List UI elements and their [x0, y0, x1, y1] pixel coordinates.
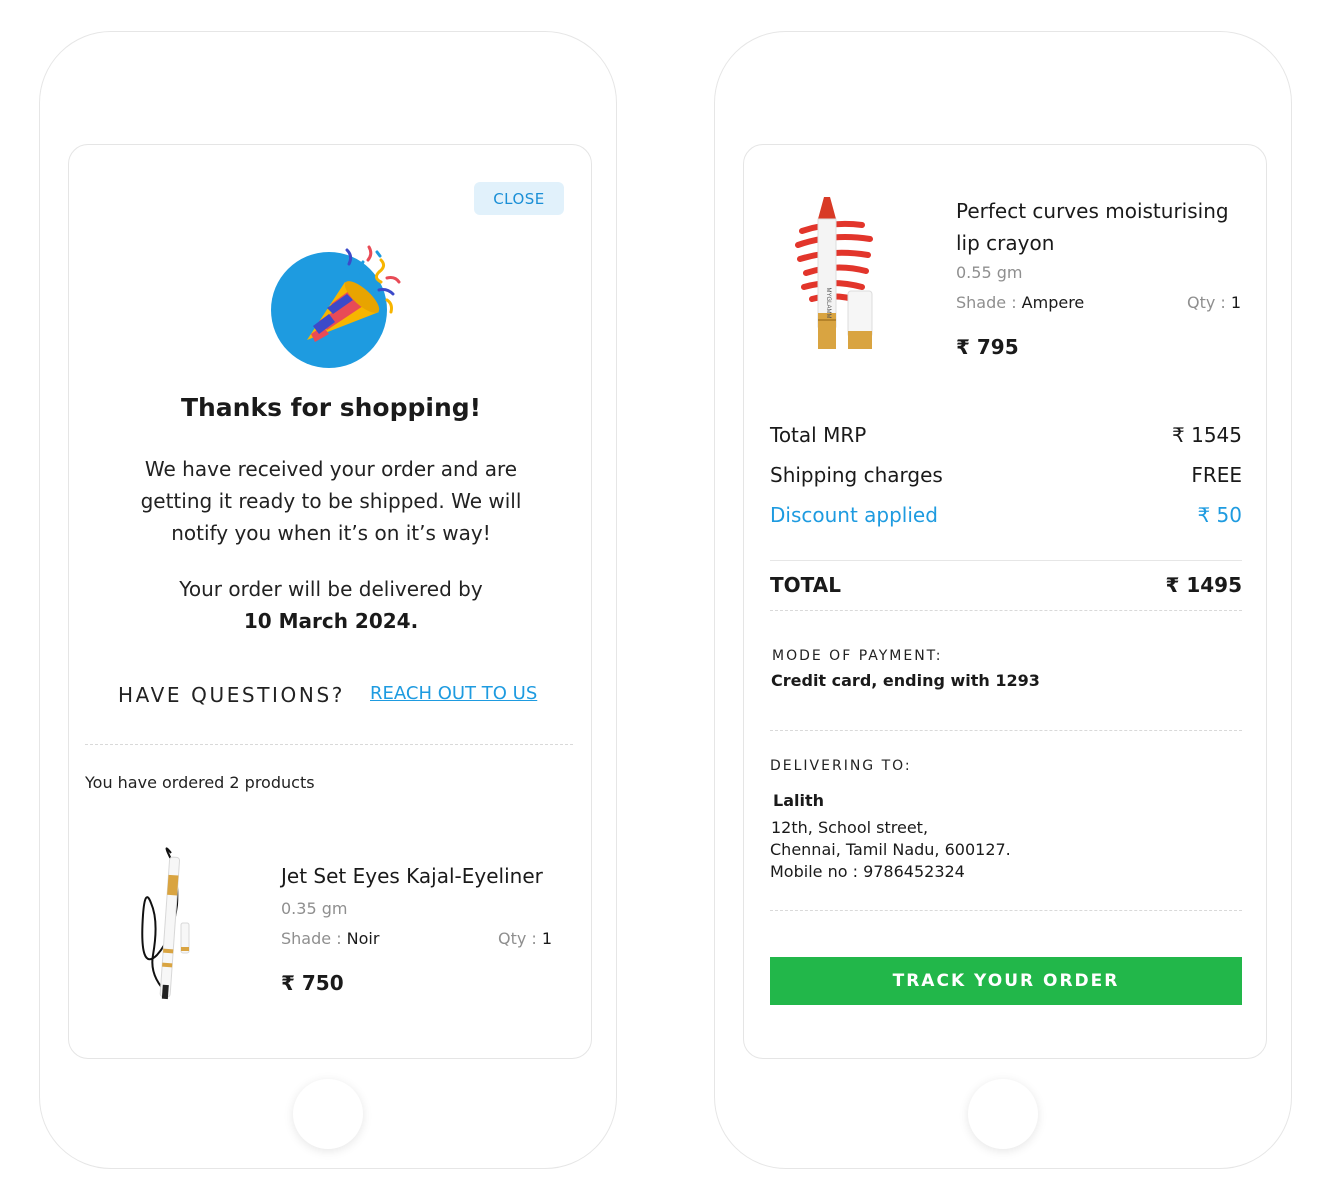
address-line-2: Chennai, Tamil Nadu, 600127.: [770, 840, 1011, 859]
divider: [770, 730, 1242, 731]
order-confirmation-screen: CLOSE Thanks for shopping! We have recei…: [68, 144, 592, 1059]
delivery-label: DELIVERING TO:: [770, 758, 912, 774]
divider: [770, 910, 1242, 911]
total-mrp-label: Total MRP: [770, 423, 867, 447]
product-qty: Qty : 1: [498, 929, 552, 948]
discount-value: ₹ 50: [1197, 503, 1242, 527]
qty-value: 1: [541, 929, 553, 948]
delivery-date: 10 March 2024.: [243, 609, 419, 633]
order-summary-screen: MYGLAMM Perfect curves moisturising lip …: [743, 144, 1267, 1059]
address-line-1: 12th, School street,: [771, 818, 929, 837]
product-weight: 0.55 gm: [956, 263, 1023, 282]
party-popper-icon: [271, 245, 401, 368]
shade-label: Shade :: [956, 293, 1017, 312]
shipping-row: Shipping charges FREE: [770, 463, 1242, 487]
home-button[interactable]: [968, 1079, 1038, 1149]
thanks-title: Thanks for shopping!: [180, 393, 482, 422]
divider: [85, 744, 573, 745]
qty-value: 1: [1230, 293, 1242, 312]
divider: [770, 610, 1242, 611]
discount-label: Discount applied: [770, 503, 938, 527]
order-received-message: We have received your order and are gett…: [140, 457, 522, 545]
brand-text: MYGLAMM: [825, 287, 831, 318]
total-mrp-row: Total MRP ₹ 1545: [770, 423, 1242, 447]
product-shade: Shade : Noir: [281, 929, 379, 948]
lip-crayon-image: MYGLAMM: [795, 197, 873, 349]
divider: [770, 560, 1242, 561]
shipping-value: FREE: [1191, 463, 1242, 487]
shipping-label: Shipping charges: [770, 463, 943, 487]
shade-value: Ampere: [1021, 293, 1085, 312]
product-price: ₹ 750: [281, 971, 344, 995]
total-value: ₹ 1495: [1165, 573, 1242, 597]
phone-frame-right: MYGLAMM Perfect curves moisturising lip …: [714, 31, 1292, 1169]
phone-frame-left: CLOSE Thanks for shopping! We have recei…: [39, 31, 617, 1169]
close-button[interactable]: CLOSE: [474, 182, 564, 215]
total-mrp-value: ₹ 1545: [1172, 423, 1242, 447]
payment-value: Credit card, ending with 1293: [771, 671, 1040, 690]
track-order-button[interactable]: TRACK YOUR ORDER: [770, 957, 1242, 1005]
shade-value: Noir: [346, 929, 380, 948]
total-label: TOTAL: [770, 573, 841, 597]
qty-label: Qty :: [498, 929, 537, 948]
home-button[interactable]: [293, 1079, 363, 1149]
recipient-name: Lalith: [773, 791, 824, 810]
qty-label: Qty :: [1187, 293, 1226, 312]
ordered-count: You have ordered 2 products: [85, 773, 315, 792]
shade-label: Shade :: [281, 929, 342, 948]
product-weight: 0.35 gm: [281, 899, 348, 918]
questions-label: HAVE QUESTIONS?: [118, 683, 345, 707]
mobile-number: Mobile no : 9786452324: [770, 862, 965, 881]
product-name: Perfect curves moisturising lip crayon: [956, 199, 1229, 255]
kajal-eyeliner-image: [141, 847, 190, 1000]
product-name: Jet Set Eyes Kajal-Eyeliner: [281, 864, 543, 888]
reach-out-link[interactable]: REACH OUT TO US: [370, 683, 537, 704]
payment-label: MODE OF PAYMENT:: [772, 648, 943, 664]
product-qty: Qty : 1: [1187, 293, 1241, 312]
delivery-prefix: Your order will be delivered by: [179, 577, 483, 601]
product-shade: Shade : Ampere: [956, 293, 1084, 312]
discount-row: Discount applied ₹ 50: [770, 503, 1242, 527]
product-price: ₹ 795: [956, 335, 1019, 359]
total-row: TOTAL ₹ 1495: [770, 573, 1242, 597]
